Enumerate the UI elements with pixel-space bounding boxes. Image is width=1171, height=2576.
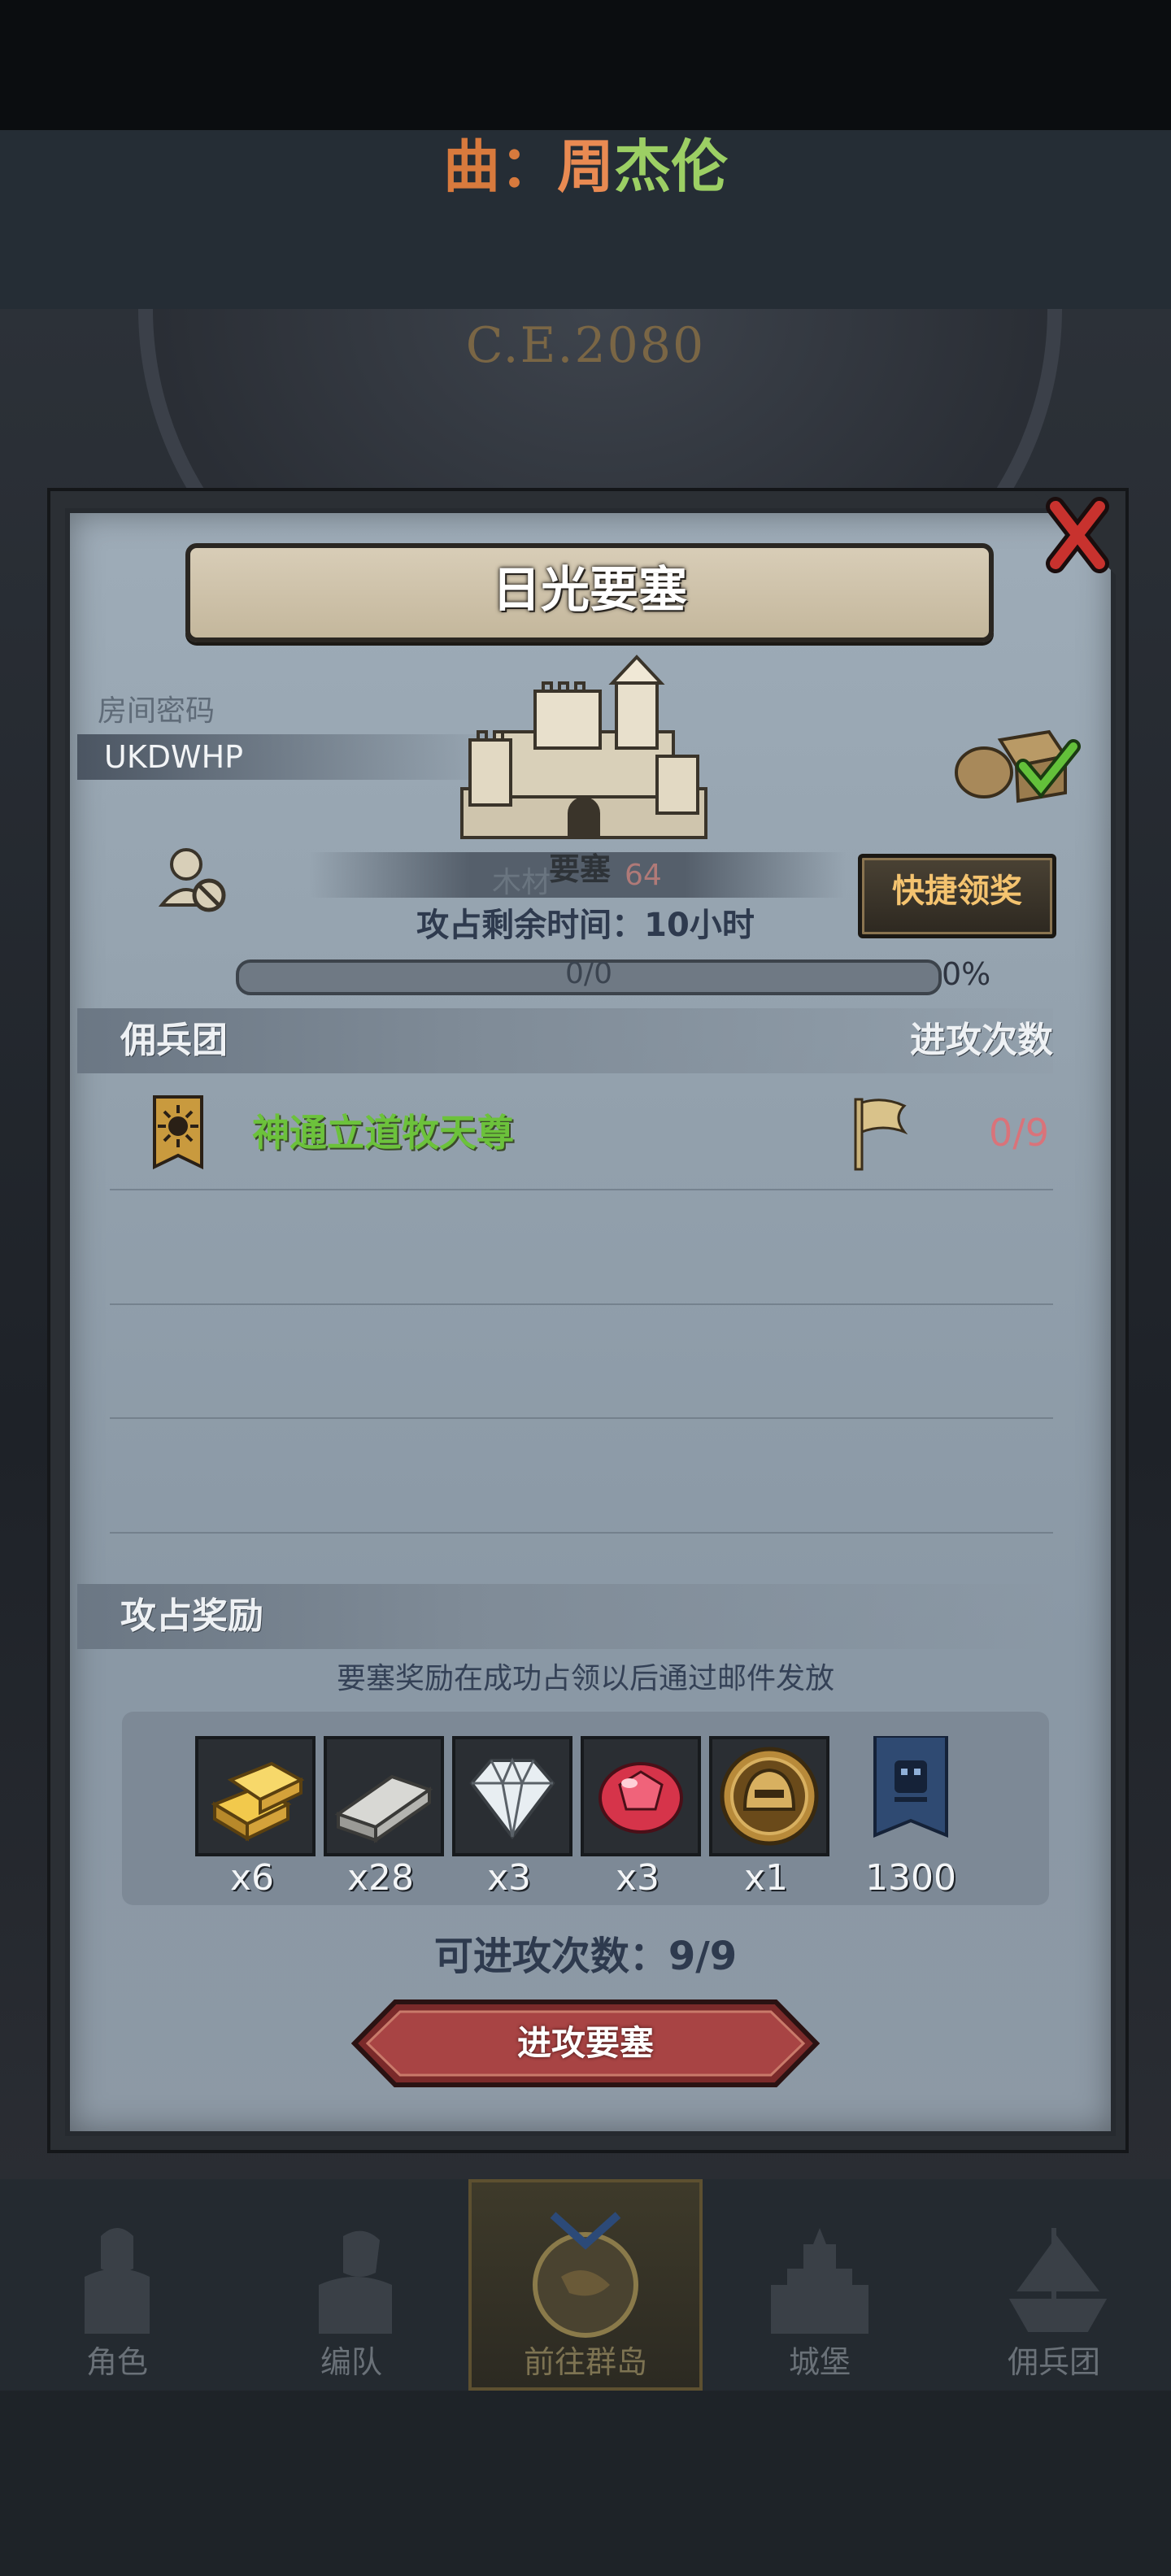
caption-prefix: 曲： xyxy=(443,133,557,200)
room-password-label: 房间密码 xyxy=(98,694,215,728)
sun-banner-icon xyxy=(153,1095,203,1170)
bottom-strip xyxy=(0,2391,1171,2576)
reward-item[interactable] xyxy=(709,1736,829,1856)
room-password-value: UKDWHP xyxy=(104,739,244,775)
reward-note: 要塞奖励在成功占领以后通过邮件发放 xyxy=(336,1662,834,1695)
remaining-time: 攻占剩余时间：10小时 xyxy=(416,907,755,944)
nav-item-formation[interactable]: 编队 xyxy=(234,2342,468,2382)
song-caption: 曲：周杰伦 xyxy=(0,130,1171,203)
reward-count: x28 xyxy=(346,1857,415,1899)
squad-icon[interactable] xyxy=(286,2212,416,2342)
guild-banner-icon xyxy=(873,1734,948,1838)
reward-item[interactable] xyxy=(452,1736,572,1856)
ship-icon[interactable] xyxy=(989,2212,1119,2342)
nav-item-castle[interactable]: 城堡 xyxy=(703,2342,937,2382)
close-icon[interactable] xyxy=(1033,492,1122,581)
reward-count: 1300 xyxy=(865,1857,956,1899)
castle-type-label: 要塞 xyxy=(549,851,612,887)
reward-count: x1 xyxy=(743,1857,789,1899)
flag-icon xyxy=(854,1098,908,1171)
row-divider xyxy=(110,1189,1053,1190)
resource-label: 木材 xyxy=(492,866,551,899)
row-divider xyxy=(110,1303,1053,1305)
attacks-column-title: 进攻次数 xyxy=(910,1020,1053,1061)
nav-item-mercenaries[interactable]: 佣兵团 xyxy=(937,2342,1171,2382)
ruby-icon xyxy=(599,1762,683,1834)
era-year: C.E.2080 xyxy=(465,317,706,374)
knight-icon[interactable] xyxy=(52,2212,182,2342)
reward-item[interactable] xyxy=(854,1734,968,1850)
caption-given-name: 杰伦 xyxy=(614,133,728,200)
reward-count: x3 xyxy=(486,1857,532,1899)
reward-item[interactable] xyxy=(195,1736,316,1856)
capture-progress-percent: 0% xyxy=(942,956,991,992)
iron-ingot-icon xyxy=(334,1774,433,1843)
reward-section-title: 攻占奖励 xyxy=(120,1595,263,1637)
row-divider xyxy=(110,1417,1053,1419)
resource-value: 64 xyxy=(625,859,662,892)
castle-icon[interactable] xyxy=(755,2212,885,2342)
nav-item-islands[interactable]: 前往群岛 xyxy=(468,2342,703,2382)
attack-count: 0/9 xyxy=(988,1111,1049,1155)
reward-count: x6 xyxy=(229,1857,275,1899)
attackable-times: 可进攻次数：9/9 xyxy=(433,1934,738,1979)
dialog-title: 日光要塞 xyxy=(492,562,687,619)
reward-claimed-icon[interactable] xyxy=(951,716,1082,805)
reward-item[interactable] xyxy=(324,1736,444,1856)
reward-count: x3 xyxy=(615,1857,660,1899)
mercenary-section-title: 佣兵团 xyxy=(120,1020,228,1061)
caption-surname: 周 xyxy=(557,133,614,200)
compass-icon[interactable] xyxy=(520,2212,651,2342)
castle-icon xyxy=(460,655,707,839)
row-divider xyxy=(110,1532,1053,1534)
gold-bar-icon xyxy=(211,1761,305,1842)
diamond-icon xyxy=(469,1757,555,1840)
nav-item-character[interactable]: 角色 xyxy=(0,2342,234,2382)
helmet-medal-icon xyxy=(720,1747,819,1846)
mercenary-name: 神通立道牧天尊 xyxy=(252,1111,514,1155)
attack-button-label[interactable]: 进攻要塞 xyxy=(351,1999,820,2088)
reward-item[interactable] xyxy=(581,1736,701,1856)
capture-progress-text: 0/0 xyxy=(565,957,612,990)
